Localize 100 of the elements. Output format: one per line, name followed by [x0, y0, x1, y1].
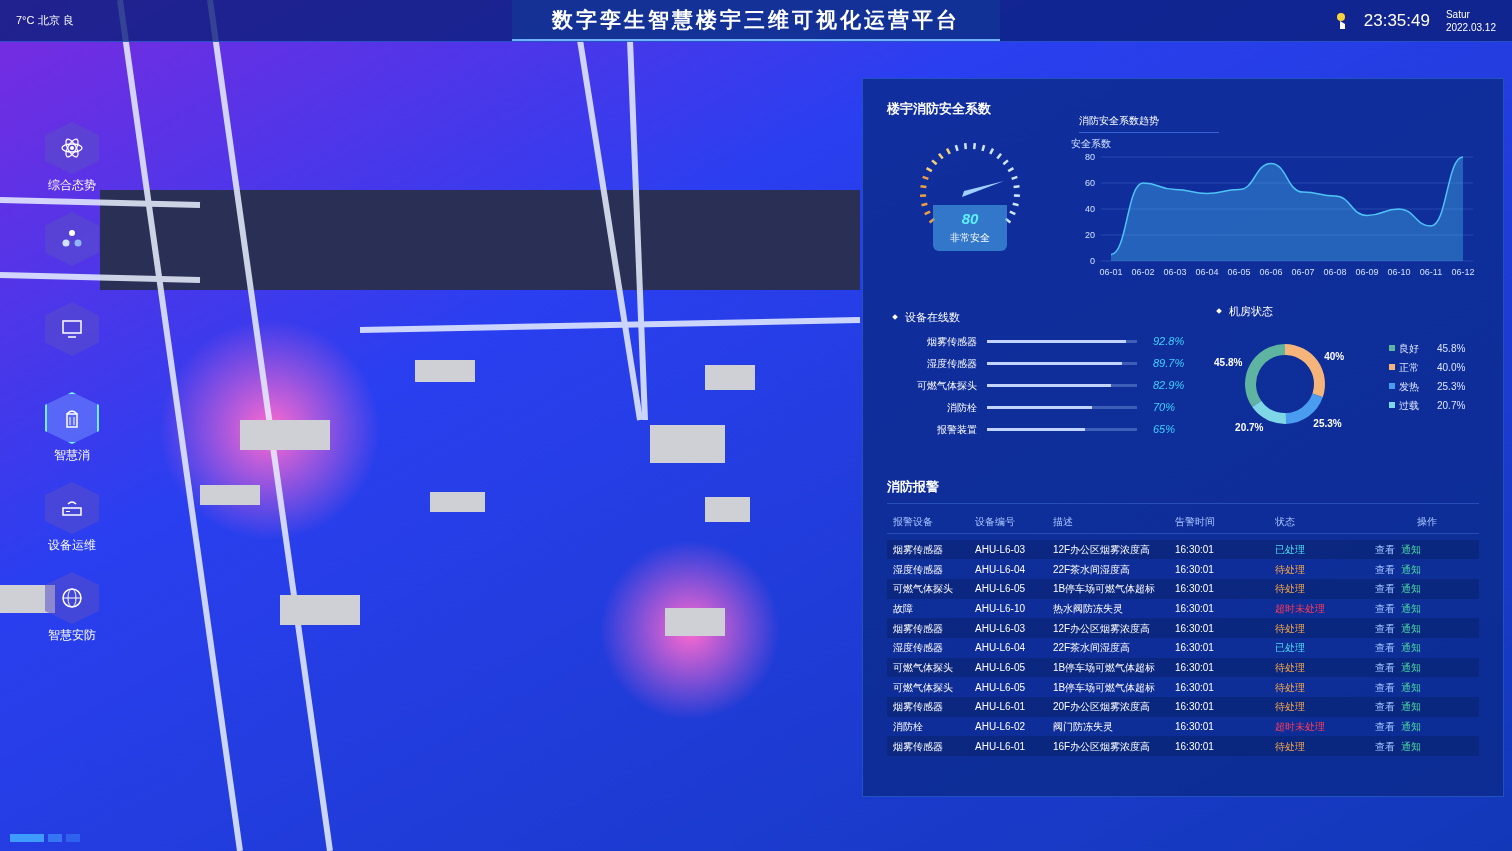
table-cell-text: 20F办公区烟雾浓度高	[1052, 700, 1152, 715]
date-text: 2022.03.12	[1445, 20, 1496, 34]
table-cell-text: 湿度传感器	[892, 641, 944, 656]
view-link[interactable]: 查看	[1375, 620, 1395, 636]
view-link[interactable]: 查看	[1375, 719, 1395, 735]
table-cell-text: 12F办公区烟雾浓度高	[1052, 542, 1152, 557]
bar-label: 可燃气体探头	[916, 379, 978, 393]
status-text: 待处理	[1274, 562, 1306, 577]
view-link[interactable]: 查看	[1375, 600, 1395, 616]
table-cell-text: 16:30:01	[1174, 562, 1215, 577]
axis-tick: 06-04	[1195, 267, 1219, 277]
bar-value: 89.7%	[1153, 356, 1185, 372]
table-cell-text: 16:30:01	[1174, 582, 1215, 597]
table-cell-text: 12F办公区烟雾浓度高	[1052, 621, 1152, 636]
table-cell-text: 消防栓	[892, 720, 924, 735]
table-cell-text: AHU-L6-02	[974, 720, 1027, 735]
clock-time: 23:35:49	[1363, 9, 1430, 32]
axis-tick: 06-09	[1355, 267, 1379, 277]
axis-tick: 06-12	[1451, 267, 1475, 277]
table-cell-text: AHU-L6-03	[974, 621, 1027, 636]
status-text: 待处理	[1274, 700, 1306, 715]
bar-value: 82.9%	[1153, 378, 1185, 394]
bar-label: 烟雾传感器	[926, 335, 978, 349]
axis-tick: 40	[1085, 204, 1095, 214]
notify-link[interactable]: 通知	[1401, 659, 1421, 675]
view-link[interactable]: 查看	[1375, 738, 1395, 754]
slice-label: 25.3%	[1313, 417, 1342, 429]
table-cell-text: 16:30:01	[1174, 700, 1215, 715]
notify-link[interactable]: 通知	[1401, 561, 1421, 577]
atom-icon	[60, 136, 84, 160]
table-cell-text: 可燃气体探头	[892, 680, 954, 695]
notify-link[interactable]: 通知	[1401, 620, 1421, 636]
axis-tick: 06-01	[1099, 267, 1123, 277]
notify-link[interactable]: 通知	[1401, 581, 1421, 597]
notify-link[interactable]: 通知	[1401, 640, 1421, 656]
bar-label: 报警装置	[936, 423, 978, 437]
legend-value: 45.8%	[1437, 341, 1466, 356]
table-cell-text: AHU-L6-10	[974, 601, 1027, 616]
notify-link[interactable]: 通知	[1401, 699, 1421, 715]
status-text: 已处理	[1274, 542, 1306, 557]
weekday-text: Satur	[1445, 7, 1471, 21]
bar-label: 湿度传感器	[926, 357, 978, 371]
legend-value: 25.3%	[1437, 379, 1466, 394]
status-text: 待处理	[1274, 680, 1306, 695]
view-link[interactable]: 查看	[1375, 699, 1395, 715]
status-text: 超时未处理	[1274, 720, 1326, 735]
table-cell-text: 16:30:01	[1174, 621, 1215, 636]
notify-link[interactable]: 通知	[1401, 600, 1421, 616]
slice-label: 40%	[1324, 350, 1345, 362]
bar-value: 70%	[1153, 400, 1176, 416]
notify-link[interactable]: 通知	[1401, 541, 1421, 557]
platform-title: 数字孪生智慧楼宇三维可视化运营平台	[512, 0, 1000, 42]
axis-label: 安全系数	[1071, 138, 1111, 149]
table-cell-text: 16:30:01	[1174, 641, 1215, 656]
page-indicator	[10, 834, 44, 842]
table-cell-text: 1B停车场可燃气体超标	[1052, 582, 1157, 597]
notify-link[interactable]: 通知	[1401, 719, 1421, 735]
legend-label: 良好	[1399, 341, 1420, 356]
axis-tick: 06-07	[1291, 267, 1315, 277]
table-cell-text: 烟雾传感器	[892, 739, 944, 754]
slice-label: 45.8%	[1214, 356, 1243, 368]
legend-label: 过载	[1399, 398, 1420, 413]
status-text: 待处理	[1274, 621, 1306, 636]
table-cell-text: 热水阀防冻失灵	[1052, 601, 1124, 616]
notify-link[interactable]: 通知	[1401, 679, 1421, 695]
table-cell-text: 可燃气体探头	[892, 582, 954, 597]
slice-label: 20.7%	[1235, 421, 1264, 433]
table-cell-text: 16:30:01	[1174, 660, 1215, 675]
view-link[interactable]: 查看	[1375, 561, 1395, 577]
section-title: 消防报警	[887, 478, 940, 496]
bar-label: 消防栓	[946, 401, 978, 415]
notify-link[interactable]: 通知	[1401, 738, 1421, 754]
table-cell-text: 1B停车场可燃气体超标	[1052, 680, 1157, 695]
section-title: 机房状态	[1229, 304, 1273, 319]
table-cell-text: 16:30:01	[1174, 542, 1215, 557]
table-cell-text: 16:30:01	[1174, 601, 1215, 616]
gauge-value: 80	[961, 210, 979, 226]
axis-tick: 20	[1085, 230, 1095, 240]
view-link[interactable]: 查看	[1375, 659, 1395, 675]
status-text: 待处理	[1274, 739, 1306, 754]
view-link[interactable]: 查看	[1375, 679, 1395, 695]
view-link[interactable]: 查看	[1375, 541, 1395, 557]
column-header: 告警时间	[1174, 514, 1216, 529]
table-cell-text: 烟雾传感器	[892, 621, 944, 636]
weather-text: 7°C 北京 良	[16, 13, 75, 29]
table-cell-text: 16:30:01	[1174, 739, 1215, 754]
chart-title: 消防安全系数趋势	[1079, 113, 1219, 133]
monitor-icon	[60, 317, 84, 341]
axis-tick: 0	[1090, 256, 1095, 266]
table-cell-text: AHU-L6-01	[974, 700, 1027, 715]
table-cell-text: 22F茶水间湿度高	[1052, 562, 1132, 577]
section-title: 设备在线数	[905, 310, 960, 325]
legend-label: 发热	[1399, 379, 1420, 394]
view-link[interactable]: 查看	[1375, 581, 1395, 597]
axis-tick: 06-03	[1163, 267, 1187, 277]
status-text: 超时未处理	[1274, 601, 1326, 616]
gauge-caption: 非常安全	[950, 230, 990, 245]
legend-label: 正常	[1399, 360, 1420, 375]
status-text: 已处理	[1274, 641, 1306, 656]
view-link[interactable]: 查看	[1375, 640, 1395, 656]
